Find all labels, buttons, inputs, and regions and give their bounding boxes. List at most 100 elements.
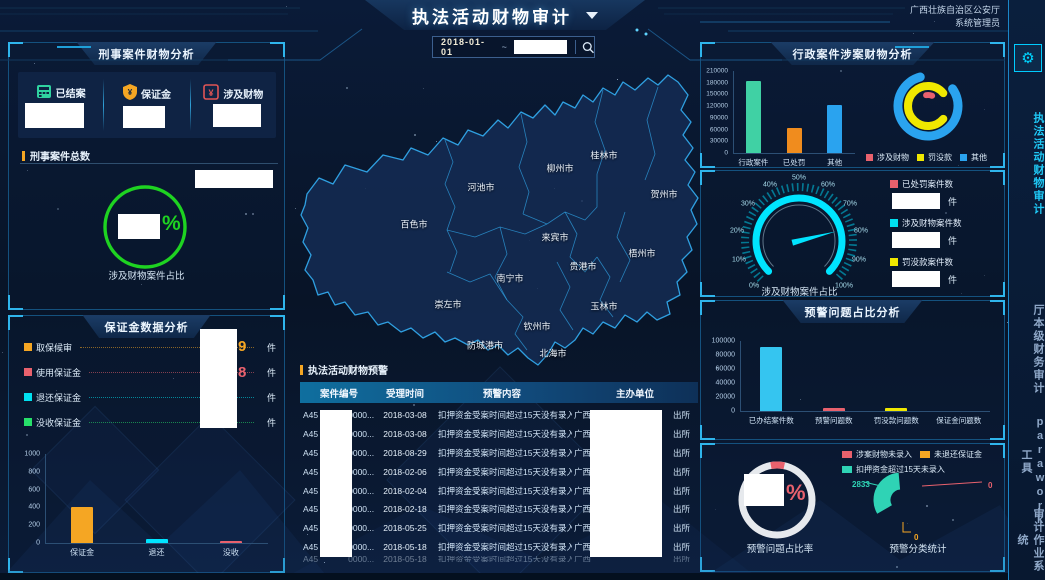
warning-legend-item-1[interactable]: 未退还保证金 [920, 448, 982, 461]
legend-swatch [24, 393, 32, 401]
table-header-cell: 受理时间 [378, 386, 432, 400]
deposit-legend-item-3[interactable]: 没收保证金 件 [24, 416, 276, 428]
date-end-redacted[interactable] [514, 40, 567, 54]
deposit-legend-item-2[interactable]: 退还保证金件 [24, 391, 276, 403]
sidebar-item-1[interactable]: 厅本级财务审计 [1009, 298, 1045, 400]
map-region-label: 贺州市 [650, 188, 677, 201]
gauge-legend-value-0: 件 [892, 193, 1002, 209]
guangxi-map[interactable]: 桂林市柳州市河池市贺州市百色市来宾市梧州市贵港市南宁市玉林市崇左市钦州市防城港市… [295, 62, 700, 368]
ring-legend-item-2[interactable]: 其他 [960, 152, 987, 163]
legend-swatch [890, 219, 898, 227]
cell-date: 2018-03-08 [378, 410, 432, 420]
map-region-label: 南宁市 [496, 272, 523, 285]
y-tick-label: 1000 [12, 451, 40, 458]
x-axis [740, 411, 990, 412]
admin-ring-legend: 涉及财物罚没款其他 [866, 152, 1006, 163]
gauge-tick-label: 80% [854, 228, 868, 235]
ring-arc-罚没款 [908, 86, 943, 126]
gauge-tick-label: 70% [843, 201, 857, 208]
y-tick-label: 400 [12, 504, 40, 511]
orange-marker [22, 151, 25, 161]
y-tick-label: 120000 [700, 103, 728, 110]
map-region-label: 河池市 [467, 181, 494, 194]
map-region-label: 防城港市 [467, 339, 503, 352]
bar-已办结案件数 [760, 347, 782, 411]
legend-swatch [917, 154, 924, 161]
y-tick-label: 600 [12, 486, 40, 493]
divider [575, 40, 576, 54]
y-tick-label: 20000 [705, 394, 735, 401]
stat-label: 保证金 [141, 90, 171, 101]
gauge-tick-label: 10% [732, 257, 746, 264]
table-header-cell: 案件编号 [300, 386, 378, 400]
bar-没收 [220, 541, 242, 543]
legend-swatch [920, 451, 930, 458]
y-tick-label: 60000 [700, 126, 728, 133]
map-region-label: 贵港市 [569, 260, 596, 273]
warning-legend-item-0[interactable]: 涉案财物未录入 [842, 448, 912, 461]
criminal-donut-caption: 涉及财物案件占比 [8, 268, 285, 282]
unit-label: 件 [948, 273, 957, 286]
redacted-value [744, 474, 784, 506]
table-row[interactable]: A450000...2018-05-18扣押资金受案时间超过15天没有录入广西出… [300, 556, 698, 562]
legend-swatch [866, 154, 873, 161]
table-header-row: 案件编号受理时间预警内容主办单位 [300, 382, 698, 403]
x-category-label: 其他 [827, 157, 842, 168]
y-axis [733, 71, 734, 153]
ring-legend-item-0[interactable]: 涉及财物 [866, 152, 909, 163]
y-tick-label: 200 [12, 522, 40, 529]
x-category-label: 保证金 [70, 547, 94, 558]
unit-label: 件 [262, 416, 276, 429]
x-category-label: 保证金问题数 [936, 415, 981, 426]
settings-button[interactable]: ⚙ [1014, 44, 1042, 72]
legend-swatch [24, 418, 32, 426]
user-name: 系统管理员 [910, 17, 1000, 30]
sidebar-item-3[interactable]: 审计作业系统 [1009, 504, 1045, 576]
sidebar-item-0[interactable]: 执法活动财物审计 [1009, 84, 1045, 244]
dashboard: 执法活动财物审计 广西壮族自治区公安厅 系统管理员 2018-01-01 ~ ⚙… [0, 0, 1045, 580]
cell-warning-content: 扣押资金受案时间超过15天没有录入 [432, 428, 572, 440]
date-range-picker[interactable]: 2018-01-01 ~ [432, 36, 595, 58]
svg-text:¥: ¥ [128, 88, 133, 97]
chevron-down-icon[interactable] [586, 12, 598, 19]
cell-org: 广西出所 [572, 556, 698, 562]
legend-label: 没收保证金 [36, 416, 81, 429]
cell-warning-content: 扣押资金受案时间超过15天没有录入 [432, 556, 572, 562]
gauge-legend-item-0: 已处罚案件数 [890, 178, 1002, 190]
redacted-column [320, 410, 352, 557]
org-name: 广西壮族自治区公安厅 [910, 4, 1000, 17]
x-category-label: 预警问题数 [815, 415, 853, 426]
redacted-value [200, 329, 237, 428]
legend-swatch [890, 180, 898, 188]
gauge-legend-value-1: 件 [892, 232, 1002, 248]
date-start[interactable]: 2018-01-01 [441, 37, 495, 57]
table-header-cell: 主办单位 [572, 386, 698, 400]
y-tick-label: 60000 [705, 366, 735, 373]
cell-date: 2018-03-08 [378, 429, 432, 439]
redacted-value [892, 193, 940, 209]
stat-label: 已结案 [56, 89, 86, 100]
org-info: 广西壮族自治区公安厅 系统管理员 [910, 4, 1000, 30]
x-category-label: 行政案件 [738, 157, 768, 168]
bar-罚没款问题数 [885, 408, 907, 411]
ring-legend-item-1[interactable]: 罚没款 [917, 152, 952, 163]
pie-label: 2833 [852, 480, 870, 489]
partial-value: 8 [238, 364, 246, 381]
y-tick-label: 40000 [705, 380, 735, 387]
y-tick-label: 90000 [700, 114, 728, 121]
map-region-label: 玉林市 [590, 300, 617, 313]
map-region-label: 梧州市 [628, 247, 655, 260]
x-category-label: 已办结案件数 [749, 415, 794, 426]
divider-line [20, 163, 278, 164]
cell-warning-content: 扣押资金受案时间超过15天没有录入 [432, 466, 572, 478]
sidebar-item-2[interactable]: parawork工具 [1009, 416, 1045, 508]
legend-swatch [842, 466, 852, 473]
cell-date: 2018-08-29 [378, 448, 432, 458]
warning-donut-caption: 预警问题占比率 [705, 541, 855, 555]
deposit-bar-chart: 10008006004002000保证金退还没收 [12, 442, 278, 560]
legend-label: 退还保证金 [36, 391, 81, 404]
gauge-chart: 0%10%20%30%40%50%60%70%80%90%100% [702, 173, 897, 285]
gauge-legend-item-1: 涉及财物案件数 [890, 217, 1002, 229]
closed-cases-icon [36, 84, 52, 99]
search-icon[interactable] [582, 41, 594, 54]
